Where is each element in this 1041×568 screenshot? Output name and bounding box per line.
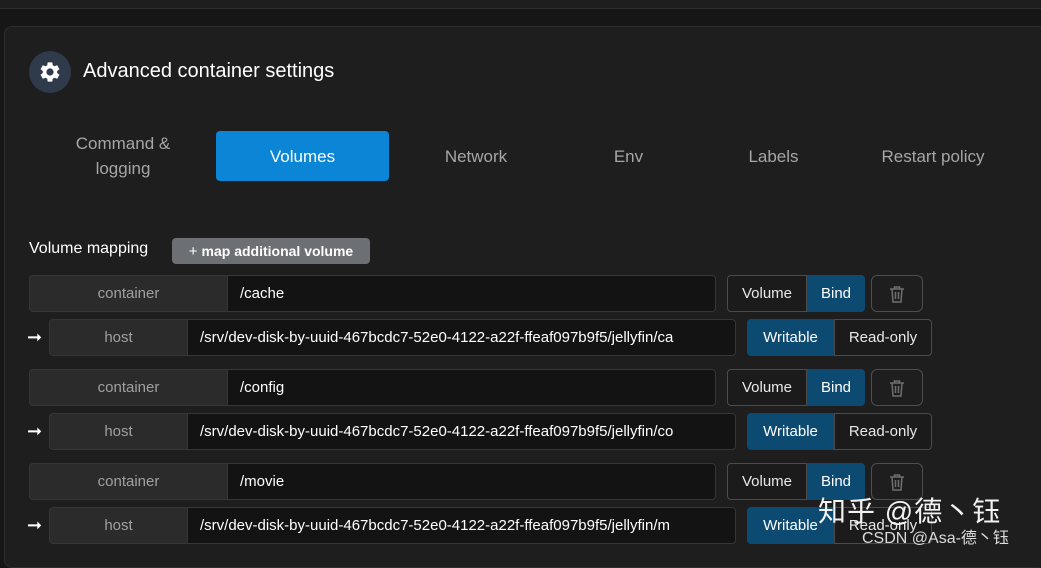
mode-writable-button[interactable]: Writable xyxy=(747,413,834,450)
tab-restart-policy[interactable]: Restart policy xyxy=(857,131,1009,181)
host-path-input[interactable]: /srv/dev-disk-by-uuid-467bcdc7-52e0-4122… xyxy=(187,413,736,450)
container-prefix: container xyxy=(29,463,227,500)
trash-icon xyxy=(890,473,904,491)
section-title: Advanced container settings xyxy=(83,60,335,82)
map-additional-volume-button[interactable]: + map additional volume xyxy=(172,238,370,264)
host-path-input[interactable]: /srv/dev-disk-by-uuid-467bcdc7-52e0-4122… xyxy=(187,319,736,356)
tab-env[interactable]: Env xyxy=(565,131,692,181)
container-path-input[interactable]: /movie xyxy=(227,463,716,500)
volume-mapping-label: Volume mapping xyxy=(29,240,149,257)
mode-writable-button[interactable]: Writable xyxy=(747,319,834,356)
host-path-input[interactable]: /srv/dev-disk-by-uuid-467bcdc7-52e0-4122… xyxy=(187,507,736,544)
remove-mapping-button[interactable] xyxy=(871,369,923,406)
previous-panel-edge xyxy=(0,0,1041,9)
type-bind-button[interactable]: Bind xyxy=(807,275,865,312)
tab-volumes[interactable]: Volumes xyxy=(216,131,389,181)
arrow-right-icon: ➞ xyxy=(27,515,43,535)
volume-mapping-host-row: ➞ host /srv/dev-disk-by-uuid-467bcdc7-52… xyxy=(0,413,1041,450)
container-prefix: container xyxy=(29,275,227,312)
volume-mapping-container-row: container /cache Volume Bind xyxy=(0,275,1041,312)
container-path-input[interactable]: /cache xyxy=(227,275,716,312)
add-volume-label: map additional volume xyxy=(201,243,354,259)
arrow-right-icon: ➞ xyxy=(27,421,43,441)
mode-read-only-button[interactable]: Read-only xyxy=(834,413,932,450)
tab-command-logging[interactable]: Command & logging xyxy=(42,131,204,181)
host-prefix: host xyxy=(49,507,187,544)
volume-mapping-container-row: container /config Volume Bind xyxy=(0,369,1041,406)
container-prefix: container xyxy=(29,369,227,406)
gear-icon xyxy=(40,62,60,82)
tab-network[interactable]: Network xyxy=(400,131,552,181)
host-prefix: host xyxy=(49,319,187,356)
tab-labels[interactable]: Labels xyxy=(705,131,842,181)
settings-icon-badge xyxy=(29,51,71,93)
type-volume-button[interactable]: Volume xyxy=(727,369,807,406)
arrow-right-icon: ➞ xyxy=(27,327,43,347)
trash-icon xyxy=(890,379,904,397)
csdn-watermark: CSDN @Asa-德丶钰 xyxy=(862,530,1009,547)
trash-icon xyxy=(890,285,904,303)
container-path-input[interactable]: /config xyxy=(227,369,716,406)
mode-read-only-button[interactable]: Read-only xyxy=(834,319,932,356)
type-volume-button[interactable]: Volume xyxy=(727,275,807,312)
type-volume-button[interactable]: Volume xyxy=(727,463,807,500)
type-bind-button[interactable]: Bind xyxy=(807,369,865,406)
volume-mapping-host-row: ➞ host /srv/dev-disk-by-uuid-467bcdc7-52… xyxy=(0,319,1041,356)
plus-icon: + xyxy=(188,242,198,260)
host-prefix: host xyxy=(49,413,187,450)
remove-mapping-button[interactable] xyxy=(871,275,923,312)
